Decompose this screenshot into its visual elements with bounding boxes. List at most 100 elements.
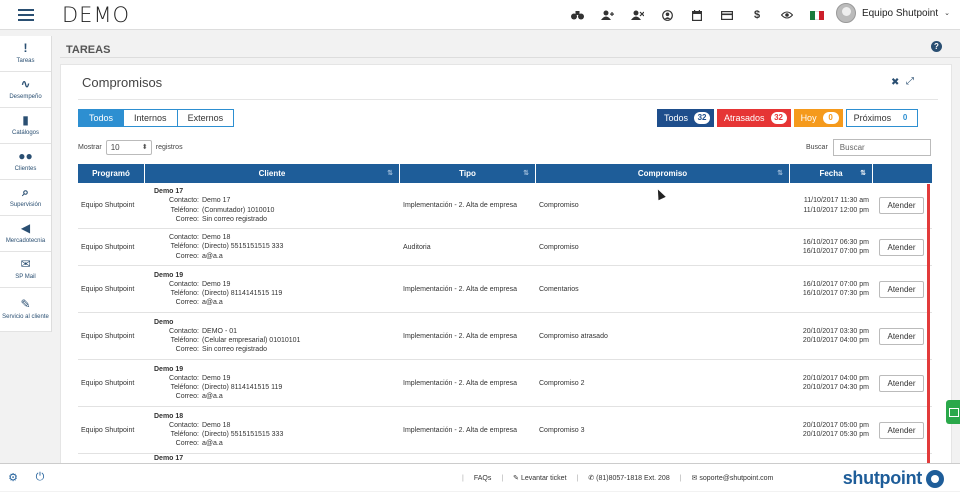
sidebar-item-label: Mercadotecnia — [5, 238, 46, 244]
column-header-programo[interactable]: Programó — [78, 164, 145, 183]
column-header-accion — [873, 164, 932, 183]
count-badge: 0 — [902, 113, 908, 122]
count-badge: 0 — [822, 112, 839, 124]
menu-icon[interactable] — [0, 0, 52, 30]
sidebar-item-desempeno[interactable]: ∿ Desempeño — [0, 72, 51, 108]
contact-line: Contacto: Demo 18 — [169, 234, 231, 242]
tab-todos[interactable]: Todos — [78, 109, 125, 127]
tag-icon: ✎ — [20, 297, 31, 311]
atender-button[interactable]: Atender — [879, 327, 924, 345]
contact-line: Contacto: DEMO - 01 — [169, 327, 238, 335]
sidebar-item-tareas[interactable]: ! Tareas — [0, 36, 51, 72]
table-row: Equipo Shutpoint Demo 18 Contacto: Demo 18 T… — [78, 407, 932, 454]
faqs-link[interactable]: FAQs — [464, 475, 502, 482]
search-control: Buscar — [806, 139, 931, 156]
phone-icon: ✆ — [588, 475, 597, 482]
cell-cliente: Demo 17 — [145, 454, 400, 463]
counter-atrasados[interactable]: Atrasados 32 — [717, 109, 791, 127]
table-row: Equipo Shutpoint Demo 17 Contacto: Demo 17 T… — [78, 183, 932, 229]
power-icon[interactable]: ⏻ — [29, 464, 51, 492]
table-row: Equipo Shutpoint Demo Contacto: DEMO - 01 Te… — [78, 313, 932, 360]
user-name: Equipo Shutpoint — [861, 7, 939, 19]
side-tab-icon[interactable] — [946, 400, 960, 424]
overdue-indicator — [927, 184, 930, 464]
app-logo[interactable]: DEMO — [62, 3, 130, 27]
filter-tabs: Todos Internos Externos — [78, 109, 235, 127]
email-link[interactable]: ✉ soporte@shutpoint.com — [682, 474, 784, 482]
ticket-link[interactable]: ✎ Levantar ticket — [503, 474, 576, 482]
add-user-icon[interactable] — [592, 0, 622, 30]
cell-tipo: Implementación - 2. Alta de empresa — [403, 426, 518, 434]
column-header-compromiso[interactable]: Compromiso ⇅ — [536, 164, 790, 183]
user-menu[interactable]: Equipo Shutpoint ⌄ — [835, 3, 950, 23]
counter-proximos[interactable]: Próximos 0 — [845, 109, 919, 127]
cell-fecha: 16/10/2017 07:00 pm 16/10/2017 07:30 pm — [802, 280, 869, 298]
cell-cliente: Demo 18 Contacto: Demo 18 Teléfono: (Directo… — [145, 407, 400, 453]
mexico-flag-icon[interactable] — [802, 0, 832, 30]
sidebar-item-label: Supervisión — [9, 202, 42, 208]
expand-icon[interactable]: ⤢ — [906, 76, 914, 87]
remove-user-icon[interactable] — [622, 0, 652, 30]
close-icon[interactable]: ✖ — [891, 77, 899, 88]
counter-todos[interactable]: Todos 32 — [657, 109, 715, 127]
dollar-icon[interactable]: $ — [742, 0, 772, 30]
tab-externos[interactable]: Externos — [177, 109, 235, 127]
cell-fecha: 11/10/2017 11:30 am 11/10/2017 12:00 pm — [803, 197, 869, 214]
sort-icon[interactable]: ⇅ — [777, 164, 783, 183]
card-icon[interactable] — [712, 0, 742, 30]
column-header-tipo[interactable]: Tipo ⇅ — [400, 164, 536, 183]
counter-label: Próximos — [853, 113, 892, 123]
cell-compromiso: Compromiso — [539, 202, 579, 209]
atender-button[interactable]: Atender — [879, 421, 924, 439]
cell-accion: Atender — [873, 229, 932, 265]
counter-hoy[interactable]: Hoy 0 — [793, 109, 843, 127]
brand-logo[interactable]: shutpoint — [843, 468, 944, 489]
sort-icon[interactable]: ⇅ — [860, 164, 866, 183]
page-size-select[interactable]: 10 — [105, 140, 152, 155]
sidebar-item-catalogos[interactable]: ▮ Catálogos — [0, 108, 51, 144]
atender-button[interactable]: Atender — [879, 280, 924, 298]
atender-button[interactable]: Atender — [879, 197, 924, 214]
cell-accion: Atender — [873, 360, 932, 406]
search-input[interactable] — [832, 139, 931, 156]
divider — [78, 99, 938, 100]
sort-icon[interactable]: ⇅ — [387, 164, 393, 183]
cell-accion: Atender — [873, 183, 932, 228]
user-circle-icon[interactable] — [652, 0, 682, 30]
cell-fecha: 20/10/2017 04:00 pm 20/10/2017 04:30 pm — [802, 374, 869, 392]
sidebar-item-supervision[interactable]: ⌕ Supervisión — [0, 180, 51, 216]
client-name: Demo 19 — [154, 271, 184, 279]
sidebar-item-clientes[interactable]: ●● Clientes — [0, 144, 51, 180]
line-chart-icon: ∿ — [20, 77, 31, 91]
client-name: Demo 17 — [154, 455, 184, 462]
sort-icon[interactable]: ⇅ — [523, 164, 529, 183]
divider — [60, 57, 960, 58]
email-line: Correo: Sin correo registrado — [175, 215, 267, 223]
gear-icon[interactable]: ⚙ — [2, 464, 24, 492]
binoculars-icon[interactable] — [562, 0, 592, 30]
panel-title: Compromisos — [82, 75, 163, 90]
exclamation-icon: ! — [23, 41, 28, 55]
calendar-icon[interactable] — [682, 0, 712, 30]
eye-icon[interactable] — [772, 0, 802, 30]
cell-compromiso: Comentarios — [539, 285, 579, 293]
compromisos-panel: Compromisos ✖ ⤢ Todos Internos Externos … — [60, 64, 952, 464]
sidebar-item-mercadotecnia[interactable]: ◀ Mercadotecnia — [0, 216, 51, 252]
column-header-fecha[interactable]: Fecha ⇅ — [790, 164, 873, 183]
show-label: Mostrar — [78, 144, 102, 151]
email-line: Correo: Sin correo registrado — [175, 346, 267, 354]
help-icon[interactable]: ? — [931, 41, 942, 52]
cell-compromiso: Compromiso — [539, 243, 579, 251]
footer: ⚙ ⏻ | FAQs | ✎ Levantar ticket | ✆ (81)8… — [0, 463, 960, 491]
sidebar-item-servicio[interactable]: ✎ Servicio al cliente — [0, 288, 51, 332]
cell-programo: Equipo Shutpoint — [81, 426, 135, 434]
cell-accion: Atender — [873, 407, 932, 453]
phone-link[interactable]: ✆ (81)8057-1818 Ext. 208 — [578, 474, 679, 482]
users-icon: ●● — [18, 149, 33, 163]
atender-button[interactable]: Atender — [879, 238, 924, 256]
column-header-cliente[interactable]: Cliente ⇅ — [145, 164, 400, 183]
chevron-down-icon: ⌄ — [944, 10, 950, 17]
atender-button[interactable]: Atender — [879, 374, 924, 392]
sidebar-item-sp-mail[interactable]: ✉ SP Mail — [0, 252, 51, 288]
tab-internos[interactable]: Internos — [124, 109, 178, 127]
